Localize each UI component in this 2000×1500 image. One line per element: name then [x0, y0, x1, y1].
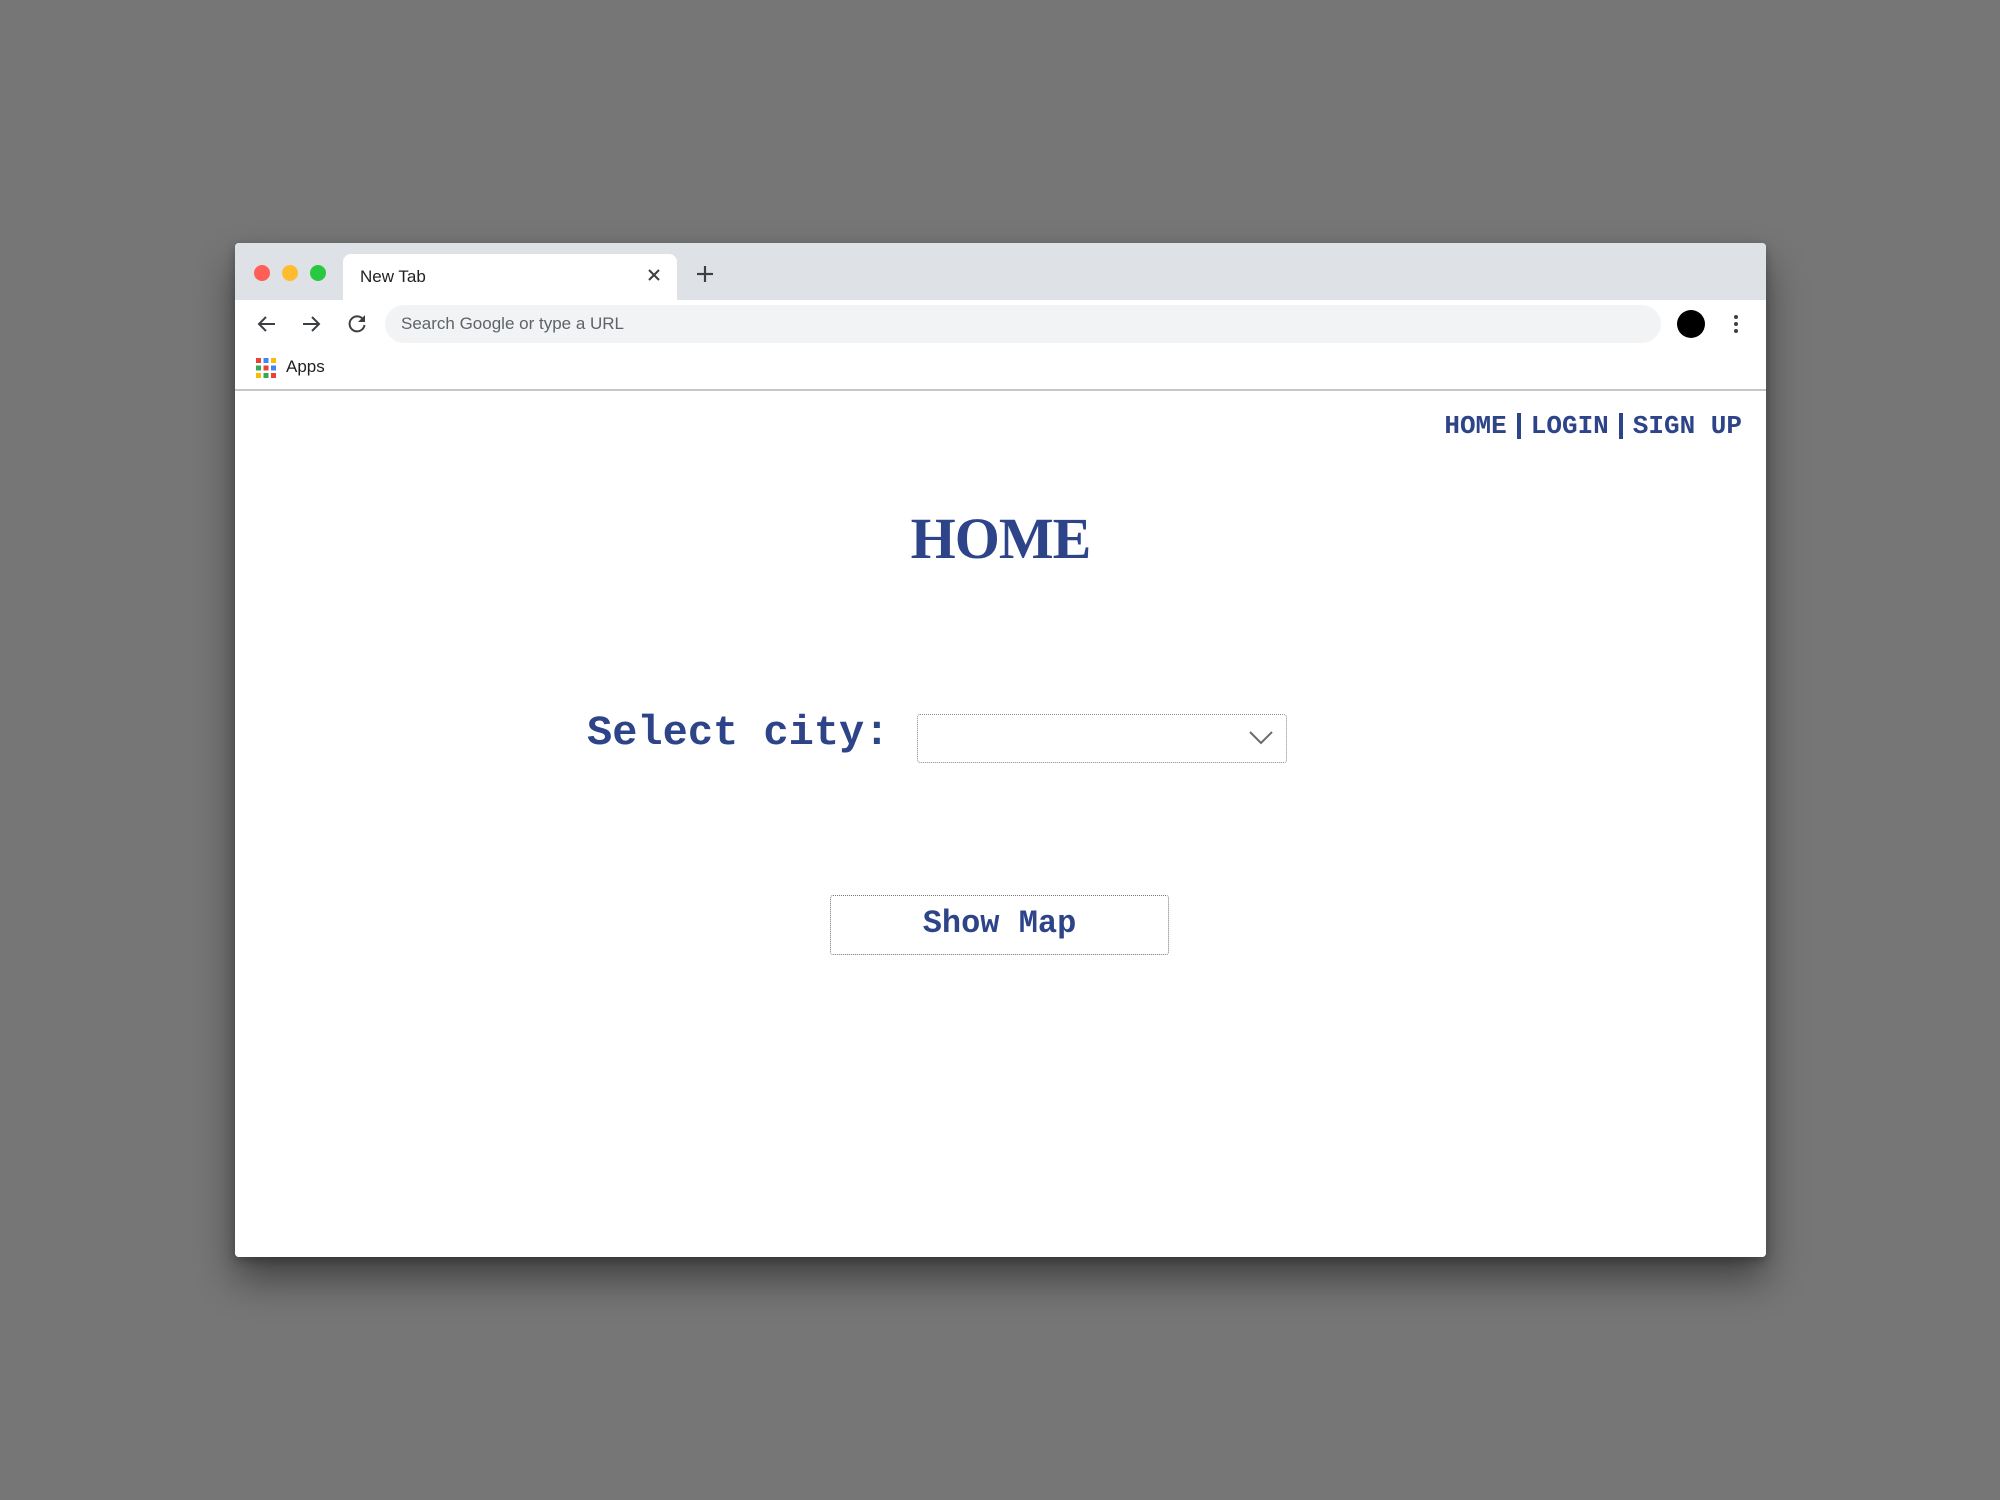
nav-link-home[interactable]: HOME [1444, 411, 1506, 441]
top-nav: HOME LOGIN SIGN UP [1444, 411, 1742, 441]
close-icon[interactable] [643, 264, 665, 286]
minimize-window-button[interactable] [282, 265, 298, 281]
omnibox [385, 305, 1661, 343]
apps-grid-icon[interactable] [256, 358, 276, 378]
nav-divider [1618, 413, 1623, 439]
browser-window: New Tab Search Google or type a URL Apps… [235, 243, 1766, 1257]
arrow-left-icon[interactable] [255, 312, 279, 336]
profile-avatar[interactable] [1677, 310, 1705, 338]
plus-icon[interactable] [693, 262, 717, 286]
chevron-down-icon [1248, 729, 1274, 747]
close-window-button[interactable] [254, 265, 270, 281]
tab-title: New Tab [360, 267, 426, 286]
page-title: HOME [910, 506, 1092, 571]
arrow-right-icon[interactable] [299, 312, 323, 336]
tab-strip: New Tab [235, 243, 1766, 300]
reload-icon[interactable] [345, 312, 369, 336]
page-content: HOME LOGIN SIGN UP HOME Select city: Sho… [235, 391, 1766, 1257]
url-input[interactable] [401, 305, 1641, 343]
browser-toolbar [235, 300, 1766, 348]
city-select-label: Select city: [587, 709, 890, 757]
show-map-button[interactable]: Show Map [830, 895, 1169, 955]
city-select[interactable] [917, 714, 1287, 763]
apps-bookmark[interactable]: Apps [286, 357, 325, 377]
tab-new-tab[interactable]: New Tab [343, 254, 677, 300]
kebab-menu-icon[interactable] [1724, 312, 1748, 336]
nav-divider [1516, 413, 1521, 439]
nav-link-login[interactable]: LOGIN [1531, 411, 1609, 441]
bookmarks-bar: Apps [235, 348, 1766, 391]
maximize-window-button[interactable] [310, 265, 326, 281]
nav-link-signup[interactable]: SIGN UP [1633, 411, 1742, 441]
